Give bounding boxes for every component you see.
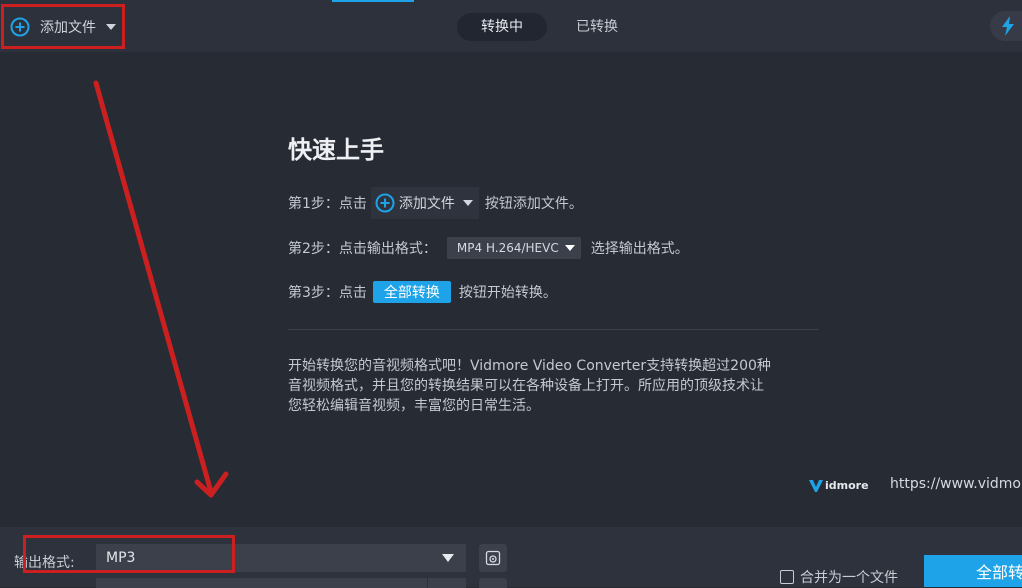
website-url[interactable]: https://www.vidmo [890, 476, 1021, 492]
caret-down-icon[interactable] [106, 23, 116, 31]
output-format-value: MP3 [106, 550, 136, 566]
step-2-prefix: 第2步：点击输出格式： [288, 241, 437, 257]
tab-converting[interactable]: 转换中 [457, 13, 547, 41]
output-format-select[interactable]: MP3 [96, 544, 466, 572]
step-3-convert-chip: 全部转换 [372, 281, 451, 303]
add-file-button[interactable]: 添加文件 [10, 15, 116, 39]
step-1-prefix: 第1步：点击 [288, 196, 367, 212]
step-2: 第2步：点击输出格式： MP4 H.264/HEVC 选择输出格式。 [288, 234, 689, 262]
step-2-suffix: 选择输出格式。 [590, 241, 689, 257]
logo-text: idmore [825, 478, 869, 492]
step-3-suffix: 按钮开始转换。 [458, 285, 557, 301]
main-panel: 快速上手 第1步：点击 添加文件 按钮添加文件。 第2步：点击输出格式： MP4… [0, 52, 1022, 527]
caret-down-icon [462, 200, 473, 206]
step-1-add-file-chip: 添加文件 [370, 187, 479, 219]
vidmore-logo: idmore [808, 473, 869, 497]
merge-option[interactable]: 合并为一个文件 [780, 567, 898, 587]
merge-checkbox[interactable] [780, 570, 794, 584]
description-line-2: 音视频格式，并且您的转换结果可以在各种设备上打开。所应用的顶级技术让 [288, 378, 764, 394]
caret-down-icon [564, 245, 575, 251]
description-line-1: 开始转换您的音视频格式吧！Vidmore Video Converter支持转换… [288, 358, 771, 374]
step-2-format-chip: MP4 H.264/HEVC [446, 237, 581, 259]
tab-switch: 转换中 已转换 [457, 13, 642, 41]
convert-all-button[interactable]: 全部转 [924, 555, 1022, 587]
output-format-label: 输出格式: [14, 555, 75, 571]
merge-label: 合并为一个文件 [800, 570, 898, 586]
step-3-prefix: 第3步：点击 [288, 285, 367, 301]
caret-down-icon [442, 554, 454, 562]
description: 开始转换您的音视频格式吧！Vidmore Video Converter支持转换… [288, 356, 818, 416]
step-2-format-label: MP4 H.264/HEVC [456, 241, 559, 255]
acceleration-button[interactable] [990, 11, 1022, 41]
tab-indicator [332, 0, 414, 2]
top-toolbar: 添加文件 转换中 已转换 [0, 0, 1022, 52]
plus-circle-icon [375, 193, 395, 213]
output-settings-button[interactable] [479, 544, 507, 572]
step-3: 第3步：点击 全部转换 按钮开始转换。 [288, 278, 557, 306]
settings-icon [485, 550, 501, 566]
plus-circle-icon [10, 17, 30, 37]
bottom-bar: 输出格式: MP3 合并为一个文件 全部转 [0, 527, 1022, 588]
divider [288, 329, 819, 330]
step-1-suffix: 按钮添加文件。 [484, 196, 583, 212]
step-1-button-label: 添加文件 [398, 196, 455, 212]
step-1: 第1步：点击 添加文件 按钮添加文件。 [288, 187, 583, 219]
description-line-3: 您轻松编辑音视频，丰富您的日常生活。 [288, 398, 540, 414]
add-file-label: 添加文件 [40, 20, 96, 36]
quick-start-title: 快速上手 [288, 136, 384, 164]
lightning-icon [1002, 16, 1014, 36]
tab-converted[interactable]: 已转换 [552, 13, 642, 41]
vidmore-logo-icon [809, 480, 823, 492]
